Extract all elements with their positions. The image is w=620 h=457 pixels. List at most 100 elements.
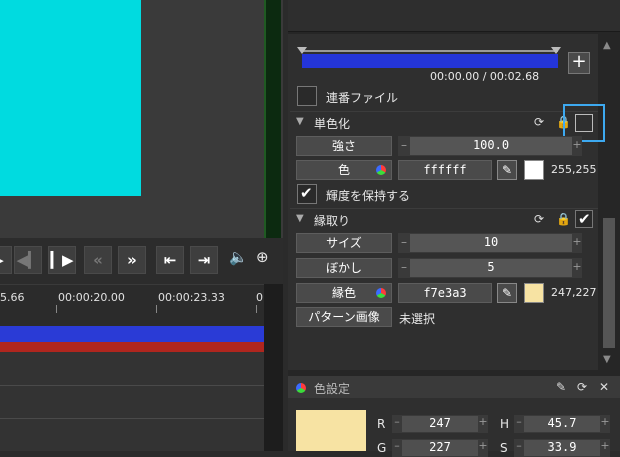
g-label: G <box>377 441 387 455</box>
tick-mark <box>56 305 57 313</box>
preview-side-line <box>264 0 266 238</box>
border-color-swatch[interactable] <box>524 283 544 303</box>
color-swatch[interactable] <box>524 160 544 180</box>
go-to-start-button[interactable]: ⇤ <box>156 246 184 274</box>
increment-icon[interactable]: + <box>572 233 582 253</box>
sequential-file-checkbox[interactable] <box>297 86 317 106</box>
play-reverse-button[interactable]: ▶ <box>0 246 12 274</box>
clip-range-bar[interactable] <box>302 54 558 68</box>
pattern-image-button[interactable]: パターン画像 <box>296 307 392 327</box>
transport-bar: ▶ ◀▎ ▎▶ « » ⇤ ⇥ 🔈 ⊕ <box>0 238 283 284</box>
color-wheel-icon[interactable] <box>376 288 386 298</box>
h-slider[interactable]: – 45.7 + <box>514 415 610 433</box>
r-value: 247 <box>429 416 451 430</box>
reset-icon[interactable]: ⟳ <box>577 380 587 394</box>
color-preview-swatch <box>296 410 366 451</box>
close-icon[interactable]: ✕ <box>599 380 609 394</box>
blur-slider[interactable]: – 5 + <box>398 258 582 278</box>
decrement-icon[interactable]: – <box>392 439 402 452</box>
increment-icon[interactable]: + <box>600 415 610 428</box>
volume-icon[interactable]: 🔈 <box>229 248 248 266</box>
eyedropper-icon[interactable]: ✎ <box>556 380 566 394</box>
color-rgb-value: 255,255 <box>551 163 597 176</box>
decrement-icon[interactable]: – <box>398 258 410 278</box>
color-label: 色 <box>337 163 350 177</box>
border-color-hex-field[interactable]: f7e3a3 <box>398 283 492 303</box>
size-button[interactable]: サイズ <box>296 233 392 253</box>
scrollbar-thumb[interactable] <box>603 218 615 348</box>
step-forward-button[interactable]: ▎▶ <box>48 246 76 274</box>
zoom-icon[interactable]: ⊕ <box>256 248 269 266</box>
decrement-icon[interactable]: – <box>398 136 410 156</box>
strength-button[interactable]: 強さ <box>296 136 392 156</box>
increment-icon[interactable]: + <box>572 258 582 278</box>
scroll-down-icon[interactable]: ▼ <box>603 354 611 365</box>
size-slider[interactable]: – 10 + <box>398 233 582 253</box>
s-slider[interactable]: – 33.9 + <box>514 439 610 457</box>
increment-icon[interactable]: + <box>478 439 488 452</box>
collapse-triangle-icon[interactable]: ▼ <box>296 116 304 127</box>
scroll-up-icon[interactable]: ▲ <box>603 40 611 51</box>
timeline-ruler[interactable]: 5.66 00:00:20.00 00:00:23.33 0 <box>0 284 264 324</box>
tracks-area[interactable] <box>0 352 264 451</box>
strength-value: 100.0 <box>472 138 510 152</box>
color-hex-field[interactable]: ffffff <box>398 160 492 180</box>
s-label: S <box>500 441 508 455</box>
decrement-icon[interactable]: – <box>392 415 402 428</box>
reset-icon[interactable]: ⟳ <box>534 212 544 226</box>
h-label: H <box>500 417 510 431</box>
pattern-image-value: 未選択 <box>399 312 436 326</box>
increment-icon[interactable]: + <box>478 415 488 428</box>
g-value: 227 <box>429 440 451 454</box>
monochrome-title: 単色化 <box>314 117 351 131</box>
fast-forward-icon[interactable]: » <box>118 246 146 274</box>
timeline-scrollbar[interactable] <box>264 284 283 451</box>
track-divider <box>0 385 264 386</box>
keep-luminance-checkbox[interactable] <box>297 184 317 204</box>
increment-icon[interactable]: + <box>600 439 610 452</box>
keep-luminance-label: 輝度を保持する <box>326 189 411 203</box>
track-divider <box>0 418 264 419</box>
lock-icon[interactable]: 🔒 <box>556 212 571 226</box>
g-slider[interactable]: – 227 + <box>392 439 488 457</box>
border-color-rgb-value: 247,227 <box>551 286 597 299</box>
strength-slider[interactable]: – 100.0 + <box>398 136 582 156</box>
tick-label: 00:00:20.00 <box>58 291 125 304</box>
blur-button[interactable]: ぼかし <box>296 258 392 278</box>
monochrome-enable-checkbox[interactable] <box>575 114 593 132</box>
sequential-file-label: 連番ファイル <box>326 91 399 105</box>
border-color-label: 縁色 <box>331 286 356 300</box>
r-slider[interactable]: – 247 + <box>392 415 488 433</box>
rewind-icon[interactable]: « <box>84 246 112 274</box>
increment-icon[interactable]: + <box>572 136 582 156</box>
video-clip-track[interactable] <box>0 326 264 342</box>
decrement-icon[interactable]: – <box>514 415 524 428</box>
collapse-triangle-icon[interactable]: ▼ <box>296 213 304 224</box>
border-enable-checkbox[interactable] <box>575 210 593 228</box>
go-to-end-button[interactable]: ⇥ <box>190 246 218 274</box>
size-value: 10 <box>483 235 499 249</box>
eyedropper-icon[interactable]: ✎ <box>497 160 517 180</box>
range-start-pin[interactable] <box>297 47 307 54</box>
blur-value: 5 <box>487 260 495 274</box>
border-section-header[interactable]: ▼ 縁取り <box>290 208 598 230</box>
decrement-icon[interactable]: – <box>514 439 524 452</box>
time-readout: 00:00.00 / 00:02.68 <box>430 70 540 83</box>
add-button[interactable]: + <box>568 52 590 74</box>
right-top-strip <box>288 0 620 32</box>
eyedropper-icon[interactable]: ✎ <box>497 283 517 303</box>
range-track <box>302 50 558 52</box>
monochrome-section-header[interactable]: ▼ 単色化 <box>290 111 598 133</box>
reset-icon[interactable]: ⟳ <box>534 115 544 129</box>
decrement-icon[interactable]: – <box>398 233 410 253</box>
audio-clip-track[interactable] <box>0 342 264 352</box>
range-end-pin[interactable] <box>551 47 561 54</box>
tick-label: 0 <box>256 291 263 304</box>
h-value: 45.7 <box>547 416 577 430</box>
color-wheel-icon <box>296 383 306 393</box>
step-back-button[interactable]: ◀▎ <box>14 246 42 274</box>
color-wheel-icon[interactable] <box>376 165 386 175</box>
r-label: R <box>377 417 386 431</box>
preview-canvas <box>0 0 141 196</box>
preview-side-strip <box>264 0 281 238</box>
